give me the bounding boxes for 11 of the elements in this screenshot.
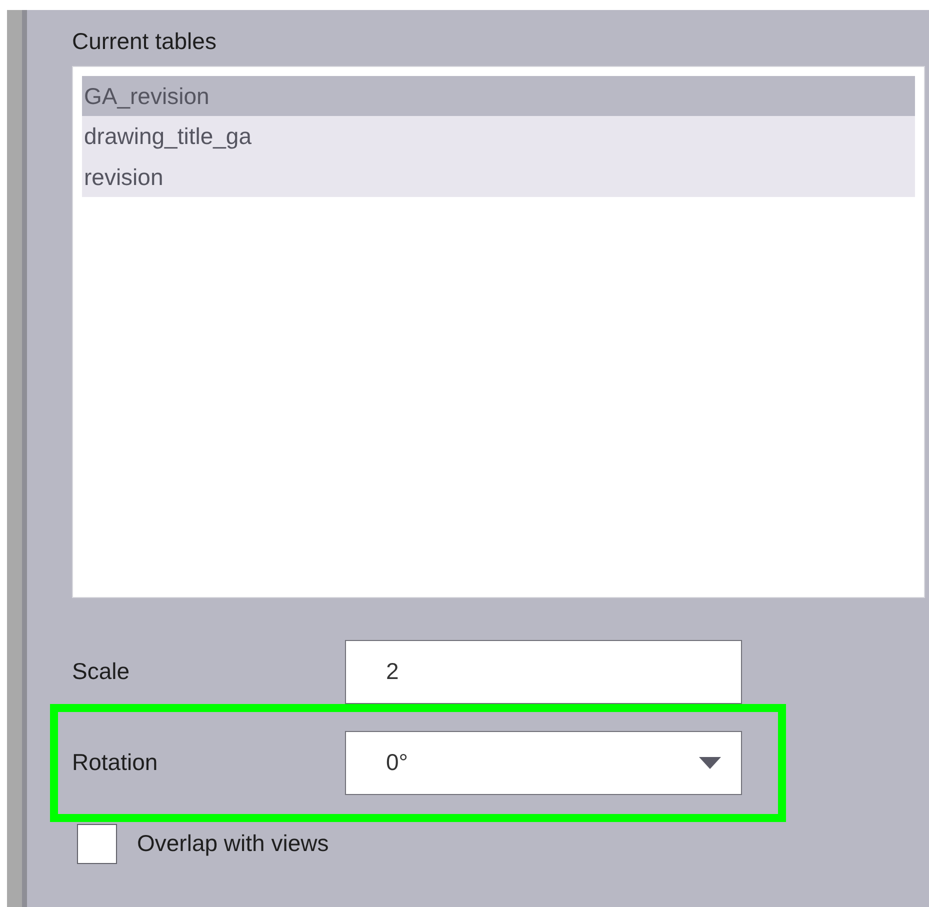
field-label: Rotation bbox=[72, 748, 159, 778]
checkbox[interactable] bbox=[77, 824, 117, 864]
caret-icon bbox=[699, 756, 721, 769]
checkbox-label: Overlap with views bbox=[137, 829, 329, 858]
list-label: Current tables bbox=[72, 28, 218, 56]
list-item[interactable]: drawing_title_ga bbox=[82, 116, 915, 157]
field-label: Scale bbox=[72, 657, 131, 686]
list-item[interactable]: revision bbox=[82, 156, 915, 198]
list-item[interactable]: GA_revision bbox=[82, 76, 915, 116]
scale-field[interactable]: 2 bbox=[345, 640, 742, 704]
rotation-dropdown[interactable]: 0° bbox=[345, 730, 742, 795]
